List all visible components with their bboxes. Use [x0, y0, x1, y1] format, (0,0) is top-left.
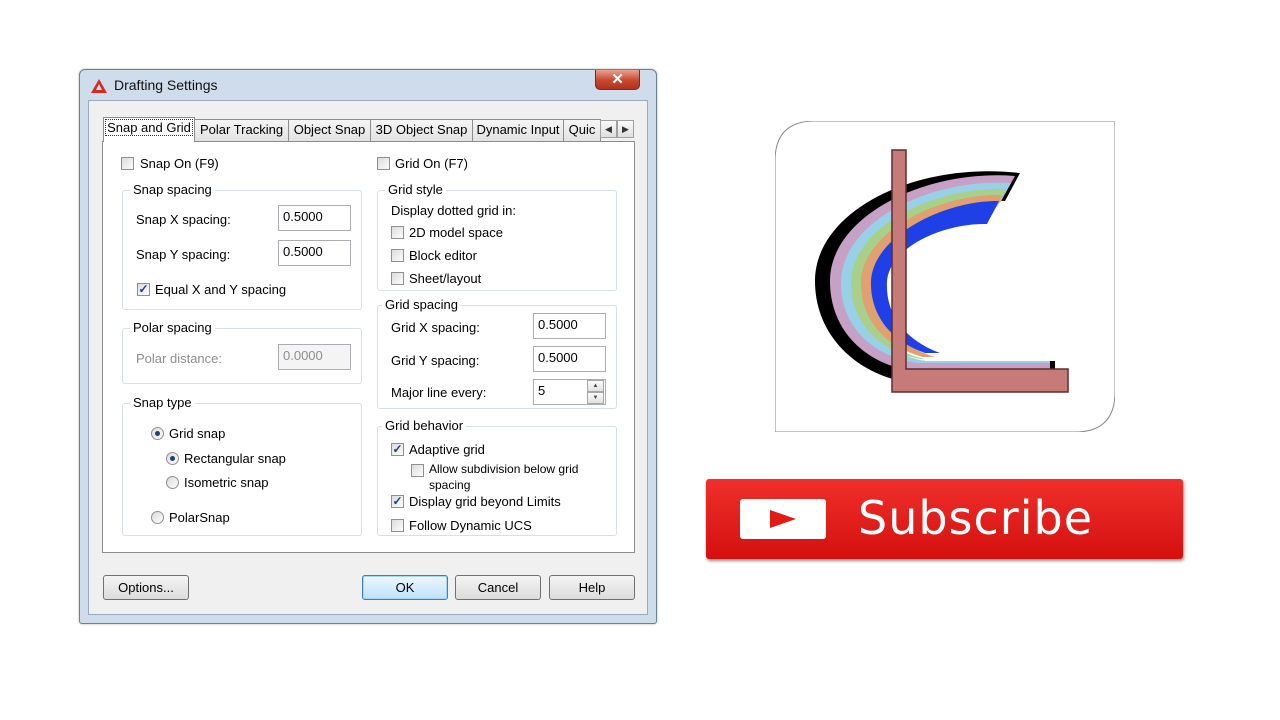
dialog-client-area: Snap and Grid Polar Tracking Object Snap… [88, 100, 648, 615]
snap-y-spacing-label: Snap Y spacing: [136, 247, 231, 262]
grid-y-spacing-label: Grid Y spacing: [391, 353, 480, 368]
play-triangle [770, 510, 796, 528]
model-space-label: 2D model space [409, 225, 503, 240]
grid-snap-radio[interactable] [151, 427, 164, 440]
grid-snap-label: Grid snap [169, 426, 226, 441]
adaptive-grid-checkbox[interactable]: ✓ [391, 443, 404, 456]
title-bar[interactable]: Drafting Settings ✕ [80, 70, 656, 100]
allow-subdivision-label-cont: spacing [429, 478, 471, 492]
sheet-layout-checkbox[interactable] [391, 272, 404, 285]
arrow-up-icon: ▲ [592, 383, 599, 389]
major-line-spin-down[interactable]: ▼ [587, 392, 604, 404]
allow-subdivision-label: Allow subdivision below grid [429, 462, 579, 476]
help-button[interactable]: Help [549, 575, 635, 600]
cl-logo-icon [775, 121, 1115, 432]
grid-spacing-legend: Grid spacing [382, 297, 461, 312]
isometric-snap-label: Isometric snap [184, 475, 269, 490]
equal-xy-spacing-checkbox[interactable]: ✓ [137, 283, 150, 296]
grid-spacing-group: Grid spacing Grid X spacing: 0.5000 Grid… [377, 297, 617, 409]
block-editor-label: Block editor [409, 248, 477, 263]
major-line-spin-up[interactable]: ▲ [587, 380, 604, 392]
tab-label: Snap and Grid [105, 119, 193, 136]
equal-xy-spacing-label: Equal X and Y spacing [155, 282, 287, 297]
autocad-app-icon [91, 79, 107, 93]
grid-x-spacing-input[interactable]: 0.5000 [533, 313, 606, 339]
tab-polar-tracking[interactable]: Polar Tracking [194, 119, 289, 141]
follow-dynamic-ucs-checkbox[interactable] [391, 519, 404, 532]
snap-x-spacing-label: Snap X spacing: [136, 212, 231, 227]
tab-3d-object-snap[interactable]: 3D Object Snap [370, 119, 473, 141]
snap-y-spacing-input[interactable]: 0.5000 [278, 240, 351, 266]
play-icon [740, 499, 826, 539]
dialog-title: Drafting Settings [114, 77, 218, 93]
polar-snap-label: PolarSnap [169, 510, 230, 525]
grid-behavior-group: Grid behavior ✓ Adaptive grid Allow subd… [377, 418, 617, 536]
sheet-layout-label: Sheet/layout [409, 271, 482, 286]
beyond-limits-label: Display grid beyond Limits [409, 494, 561, 509]
model-space-checkbox[interactable] [391, 226, 404, 239]
chevron-left-icon: ◀ [605, 124, 612, 134]
allow-subdivision-checkbox[interactable] [411, 464, 424, 477]
tab-snap-and-grid[interactable]: Snap and Grid [103, 117, 195, 142]
subscribe-button[interactable]: Subscribe [706, 479, 1183, 559]
ok-button[interactable]: OK [362, 575, 448, 600]
tab-scroll-right-button[interactable]: ▶ [617, 120, 634, 138]
polar-distance-label: Polar distance: [136, 351, 222, 366]
close-icon: ✕ [611, 71, 624, 88]
tab-scroll-left-button[interactable]: ◀ [600, 120, 617, 138]
drafting-settings-dialog: Drafting Settings ✕ Snap and Grid Polar … [79, 69, 657, 624]
snap-spacing-group: Snap spacing Snap X spacing: 0.5000 Snap… [122, 182, 362, 310]
tab-dynamic-input[interactable]: Dynamic Input [472, 119, 564, 141]
polar-distance-input: 0.0000 [278, 344, 351, 370]
snap-x-spacing-input[interactable]: 0.5000 [278, 205, 351, 231]
polar-spacing-legend: Polar spacing [130, 320, 215, 335]
chevron-right-icon: ▶ [622, 124, 629, 134]
grid-behavior-legend: Grid behavior [382, 418, 467, 433]
grid-on-checkbox[interactable] [377, 157, 390, 170]
grid-style-caption: Display dotted grid in: [391, 203, 517, 218]
rectangular-snap-label: Rectangular snap [184, 451, 286, 466]
major-line-label: Major line every: [391, 385, 487, 400]
grid-on-label: Grid On (F7) [395, 156, 468, 171]
adaptive-grid-label: Adaptive grid [409, 442, 485, 457]
follow-dynamic-ucs-label: Follow Dynamic UCS [409, 518, 532, 533]
tab-object-snap[interactable]: Object Snap [288, 119, 371, 141]
polar-spacing-group: Polar spacing Polar distance: 0.0000 [122, 320, 362, 384]
block-editor-checkbox[interactable] [391, 249, 404, 262]
arrow-down-icon: ▼ [592, 395, 599, 401]
options-button[interactable]: Options... [103, 575, 189, 600]
snap-and-grid-panel: Snap On (F9) Grid On (F7) Snap spacing S… [102, 141, 635, 553]
beyond-limits-checkbox[interactable]: ✓ [391, 495, 404, 508]
close-button[interactable]: ✕ [595, 70, 640, 90]
cancel-button[interactable]: Cancel [455, 575, 541, 600]
snap-spacing-legend: Snap spacing [130, 182, 215, 197]
grid-style-group: Grid style Display dotted grid in: 2D mo… [377, 182, 617, 291]
subscribe-label: Subscribe [858, 491, 1094, 545]
snap-type-group: Snap type Grid snap Rectangular snap Iso… [122, 395, 362, 536]
grid-x-spacing-label: Grid X spacing: [391, 320, 480, 335]
polar-snap-radio[interactable] [151, 511, 164, 524]
snap-on-label: Snap On (F9) [140, 156, 219, 171]
grid-y-spacing-input[interactable]: 0.5000 [533, 346, 606, 372]
snap-on-checkbox[interactable] [121, 157, 134, 170]
grid-style-legend: Grid style [385, 182, 446, 197]
rectangular-snap-radio[interactable] [166, 452, 179, 465]
isometric-snap-radio[interactable] [166, 476, 179, 489]
snap-type-legend: Snap type [130, 395, 195, 410]
tab-quick-properties[interactable]: Quic [563, 119, 601, 141]
